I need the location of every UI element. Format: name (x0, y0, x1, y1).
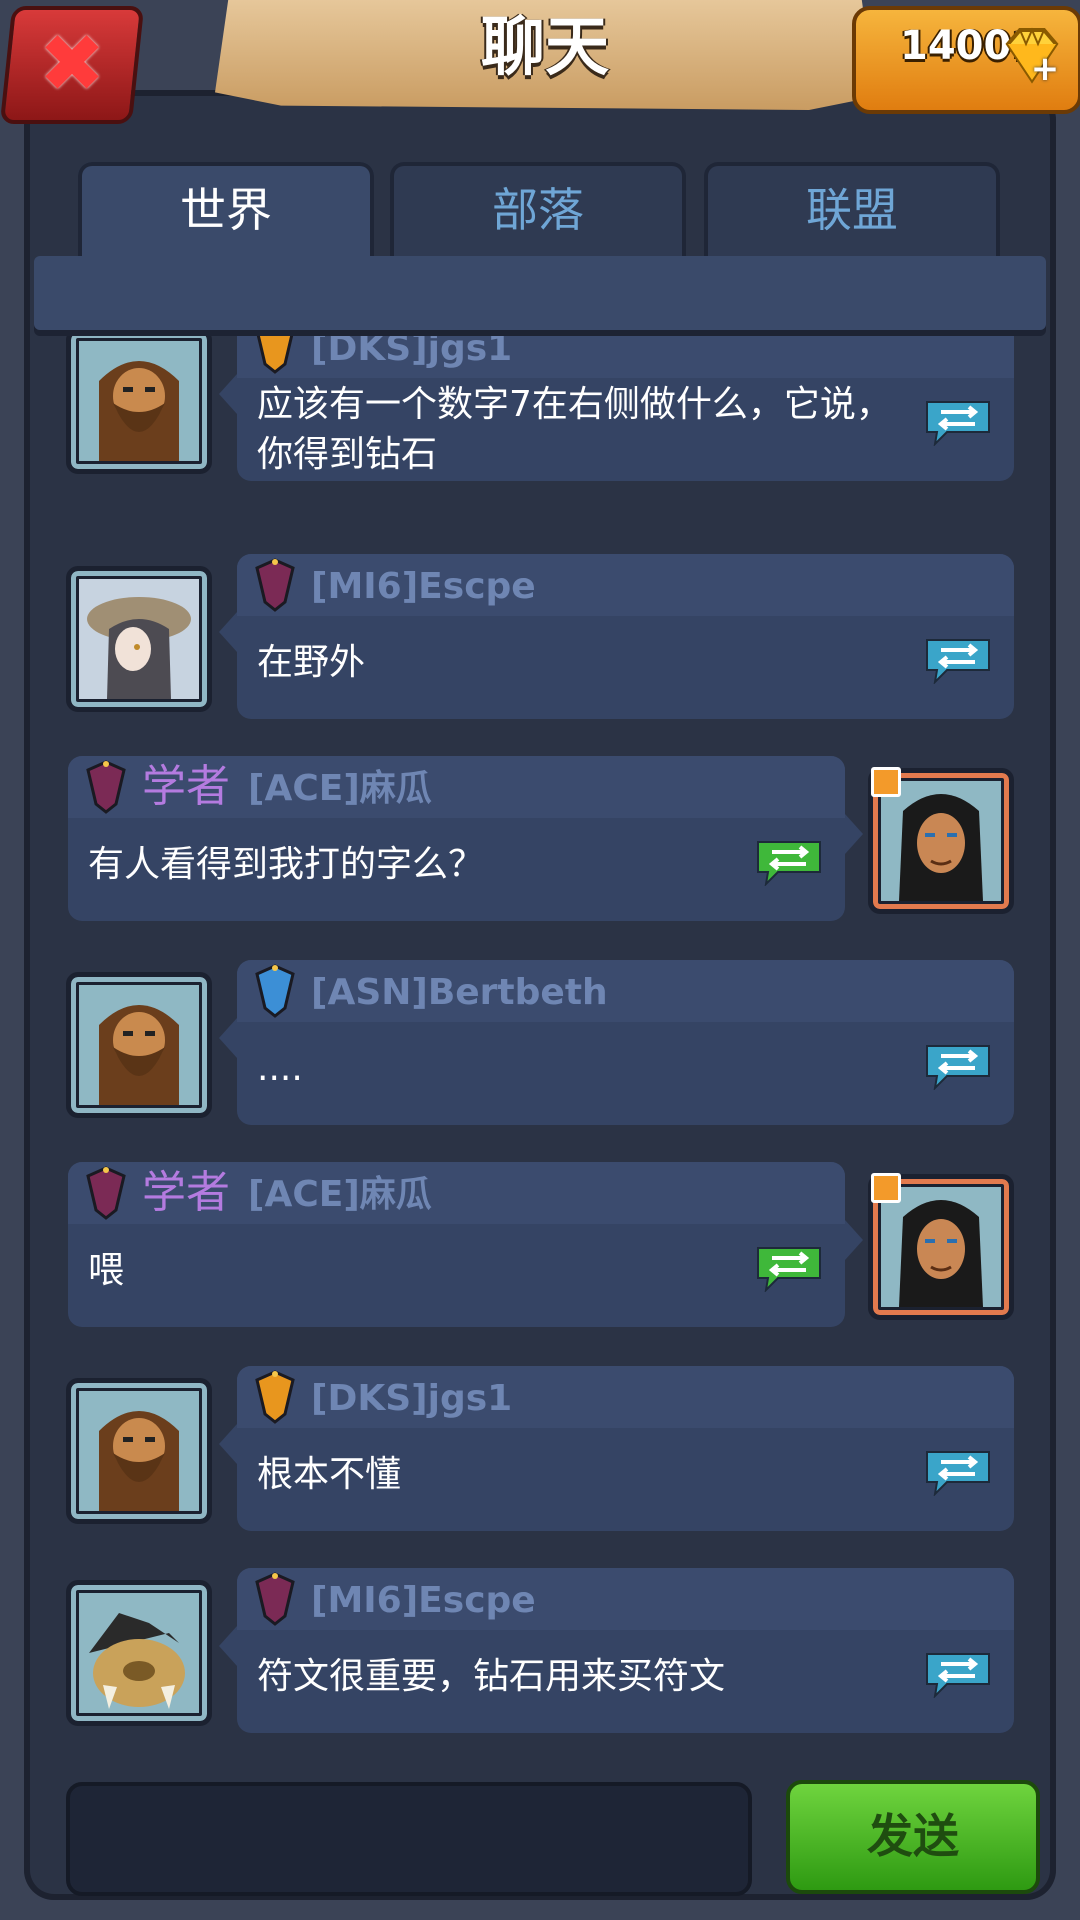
player-name[interactable]: [ACE]麻瓜 (248, 1168, 432, 1222)
bubble-tail (845, 814, 863, 854)
bubble-tail (219, 1018, 237, 1058)
message-bubble: [DKS]jgs1 根本不懂 (219, 1366, 1014, 1531)
player-avatar[interactable] (868, 1173, 1014, 1320)
translate-icon[interactable] (923, 636, 993, 684)
add-gems-icon[interactable]: + (1030, 52, 1060, 86)
chat-message: [DKS]jgs1 根本不懂 (48, 1366, 1032, 1546)
message-text: 符文很重要，钻石用来买符文 (257, 1656, 726, 1697)
anime-girl-portrait (79, 579, 199, 699)
player-avatar[interactable] (868, 767, 1014, 914)
clan-shield-icon (255, 558, 295, 612)
message-text: 在野外 (257, 642, 366, 683)
message-text: 应该有一个数字7在右侧做什么，它说，你得到钻石 (257, 384, 892, 475)
chat-message: [MI6]Escpe 符文很重要，钻石用来买符文 (48, 1568, 1032, 1736)
clan-shield-icon (255, 964, 295, 1018)
chat-message: [MI6]Escpe 在野外 (48, 554, 1032, 734)
vip-corner-badge (871, 1173, 901, 1203)
message-bubble: 学者 [ACE]麻瓜有人看得到我打的字么？ (68, 756, 863, 921)
bubble-tail (219, 1626, 237, 1666)
player-rank: 学者 (142, 761, 230, 812)
player-avatar[interactable] (66, 1580, 212, 1726)
player-rank: 学者 (142, 1167, 230, 1218)
translate-icon[interactable] (754, 838, 824, 886)
clan-shield-icon (255, 1572, 295, 1626)
player-name[interactable]: [ACE]麻瓜 (248, 762, 432, 816)
player-name[interactable]: [DKS]jgs1 (311, 336, 512, 376)
chat-message: [ASN]Bertbeth.... (48, 960, 1032, 1140)
send-button[interactable]: 发送 (786, 1780, 1040, 1894)
bubble-tail (845, 1220, 863, 1260)
gem-count: 14001 (900, 23, 1040, 69)
player-avatar[interactable] (66, 336, 212, 474)
player-avatar[interactable] (66, 1378, 212, 1524)
message-bubble: [MI6]Escpe 符文很重要，钻石用来买符文 (219, 1568, 1014, 1733)
translate-icon[interactable] (923, 398, 993, 446)
player-name[interactable]: [DKS]jgs1 (311, 1372, 512, 1426)
message-bubble: [DKS]jgs1 应该有一个数字7在右侧做什么，它说，你得到钻石 (219, 336, 1014, 481)
message-text: .... (257, 1048, 303, 1089)
player-avatar[interactable] (66, 972, 212, 1118)
player-name[interactable]: [MI6]Escpe (311, 1574, 536, 1628)
clan-shield-icon (86, 760, 126, 814)
clan-shield-icon (255, 1370, 295, 1424)
chat-input[interactable] (66, 1782, 752, 1896)
vip-corner-badge (871, 767, 901, 797)
long-haired-hero-portrait (881, 1187, 1001, 1307)
translate-icon[interactable] (923, 1042, 993, 1090)
translate-icon[interactable] (923, 1448, 993, 1496)
bubble-tail (219, 374, 237, 414)
armored-beast-portrait (79, 1593, 199, 1713)
translate-icon[interactable] (923, 1650, 993, 1698)
chat-message-list[interactable]: [DKS]jgs1 应该有一个数字7在右侧做什么，它说，你得到钻石 [MI6]Esc… (48, 336, 1032, 1736)
bubble-tail (219, 1424, 237, 1464)
player-name[interactable]: [MI6]Escpe (311, 560, 536, 614)
player-name[interactable]: [ASN]Bertbeth (311, 966, 608, 1020)
chat-message: 学者 [ACE]麻瓜有人看得到我打的字么？ (48, 756, 1032, 936)
tab-tribe[interactable]: 部落 (390, 162, 686, 262)
message-bubble: [ASN]Bertbeth.... (219, 960, 1014, 1125)
chat-message: 学者 [ACE]麻瓜喂 (48, 1162, 1032, 1342)
close-button[interactable]: ✖ (0, 6, 145, 124)
tab-alliance[interactable]: 联盟 (704, 162, 1000, 262)
long-haired-hero-portrait (881, 781, 1001, 901)
message-text: 有人看得到我打的字么？ (88, 844, 485, 885)
bearded-warrior-portrait (79, 1391, 199, 1511)
close-icon: ✖ (38, 17, 106, 110)
bearded-warrior-portrait (79, 985, 199, 1105)
page-title: 聊天 (481, 11, 609, 85)
message-text: 根本不懂 (257, 1454, 402, 1495)
message-bubble: 学者 [ACE]麻瓜喂 (68, 1162, 863, 1327)
clan-shield-icon (86, 1166, 126, 1220)
tab-strip (34, 256, 1046, 330)
clan-shield-icon (256, 336, 294, 374)
message-text: 喂 (88, 1250, 125, 1291)
chat-message: [DKS]jgs1 应该有一个数字7在右侧做什么，它说，你得到钻石 (48, 336, 1032, 496)
bearded-warrior-portrait (79, 341, 199, 461)
message-bubble: [MI6]Escpe 在野外 (219, 554, 1014, 719)
translate-icon[interactable] (754, 1244, 824, 1292)
bubble-tail (219, 612, 237, 652)
player-avatar[interactable] (66, 566, 212, 712)
